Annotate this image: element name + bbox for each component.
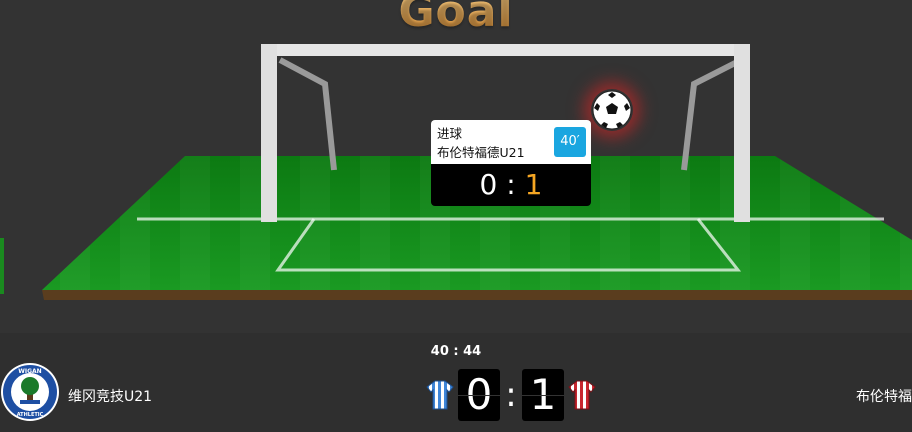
goal-banner-title: Goal — [0, 0, 912, 37]
home-team-name: 维冈竞技U21 — [68, 389, 153, 405]
goal-post-right — [734, 44, 750, 222]
goal-event-popup: 进球 布伦特福德U21 40′ 0 : 1 — [431, 120, 591, 206]
goal-event-team: 布伦特福德U21 — [437, 145, 525, 160]
popup-score-separator: : — [506, 168, 516, 201]
popup-home-score: 0 — [479, 168, 498, 201]
goal-event-header: 进球 布伦特福德U21 40′ — [431, 120, 591, 164]
away-team-score: 1 — [522, 369, 564, 421]
striped-shirt-blue-icon — [426, 380, 454, 410]
goal-event-type: 进球 — [437, 126, 463, 141]
left-pitch-edge — [0, 238, 4, 294]
pitch-soil — [42, 290, 912, 300]
wigan-athletic-crest-icon: WIGAN ATHLETIC — [0, 362, 60, 422]
soccer-ball-icon — [591, 89, 633, 131]
match-animation-stage: Goal 进球 布伦特福德U21 40′ 0 : 1 — [0, 0, 912, 333]
goal-event-score: 0 : 1 — [431, 164, 591, 206]
scoreboard-separator: : — [505, 375, 517, 415]
away-team-name: 布伦特福 — [856, 389, 912, 405]
goal-minute-badge: 40′ — [554, 127, 586, 157]
svg-text:WIGAN: WIGAN — [18, 368, 41, 375]
goal-post-left — [261, 44, 277, 222]
home-team-score: 0 — [458, 369, 500, 421]
striped-shirt-red-icon — [568, 380, 596, 410]
match-clock: 40 : 44 — [430, 344, 482, 359]
goal-event-text: 进球 布伦特福德U21 — [437, 124, 525, 162]
svg-text:ATHLETIC: ATHLETIC — [17, 412, 44, 418]
popup-away-score: 1 — [524, 168, 543, 201]
goal-crossbar — [261, 44, 750, 56]
goal-back-support-left — [278, 57, 337, 171]
goal-back-support-right — [681, 57, 743, 171]
